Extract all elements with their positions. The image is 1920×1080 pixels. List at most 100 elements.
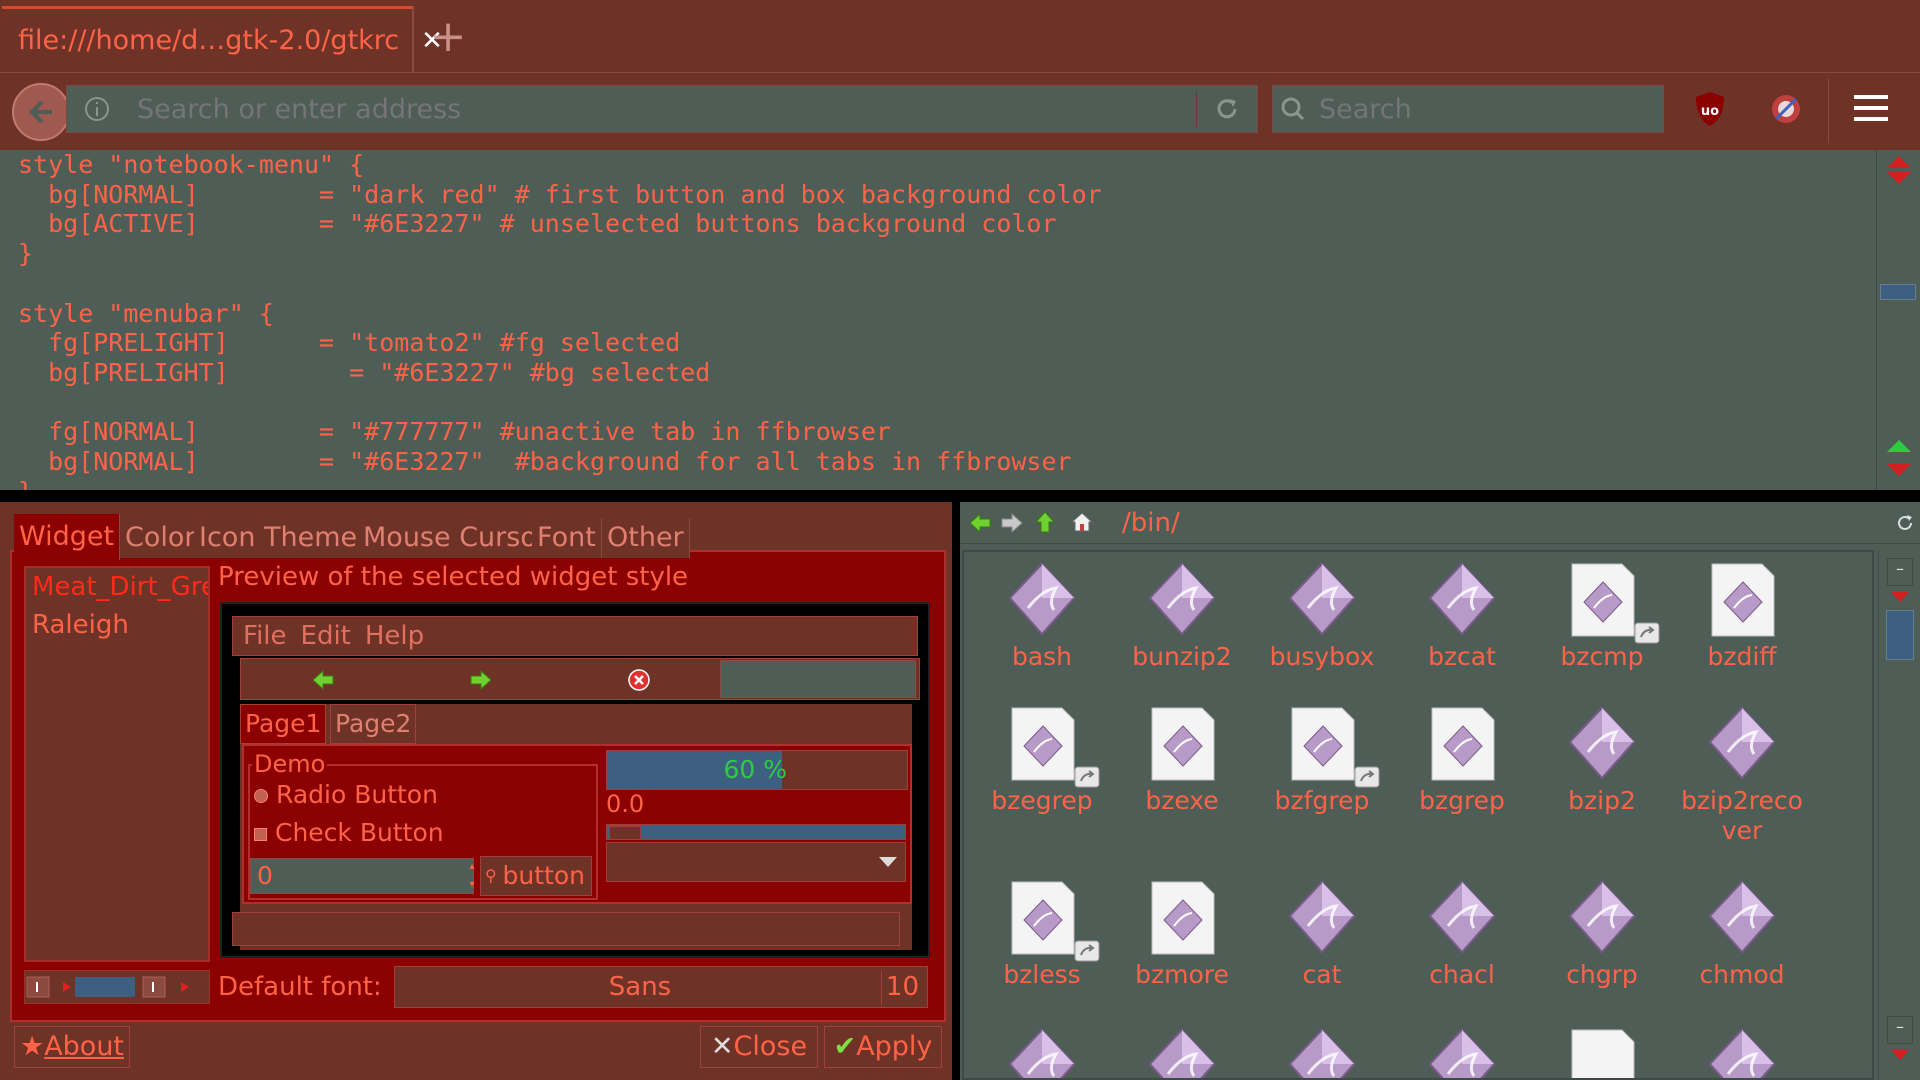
combo-box[interactable] — [606, 842, 906, 882]
file-item-bash[interactable]: bash — [972, 560, 1112, 672]
preview-menu-file[interactable]: File — [243, 621, 287, 651]
privacy-extension-icon[interactable] — [1766, 89, 1806, 129]
executable-file-icon — [1564, 704, 1640, 784]
back-arrow-icon[interactable] — [968, 512, 992, 534]
file-item-bzegrep[interactable]: bzegrep — [972, 704, 1112, 816]
info-icon[interactable] — [67, 85, 127, 133]
horizontal-scrollbar[interactable] — [24, 970, 210, 1004]
spin-input[interactable]: 0 — [250, 858, 474, 894]
scroll-up-icon[interactable] — [1887, 156, 1911, 168]
file-name: bzcat — [1428, 642, 1496, 671]
file-item-bunzip2[interactable]: bunzip2 — [1112, 560, 1252, 672]
file-item[interactable] — [1252, 1026, 1392, 1078]
executable-file-icon — [1424, 560, 1500, 640]
home-icon[interactable] — [1070, 510, 1094, 534]
scroll-down-icon[interactable] — [1891, 1050, 1909, 1060]
font-picker-button[interactable]: Sans 10 — [394, 966, 928, 1008]
scroll-down-icon[interactable] — [1887, 172, 1911, 184]
blank-file-icon — [1564, 1026, 1640, 1078]
file-item[interactable] — [1672, 1026, 1812, 1078]
theme-item-raleigh[interactable]: Raleigh — [26, 606, 208, 644]
up-arrow-icon[interactable] — [1034, 510, 1056, 534]
theme-item-meat-dirt-green[interactable]: Meat_Dirt_Green — [26, 568, 208, 606]
file-item[interactable] — [1532, 1026, 1672, 1078]
tab-widget[interactable]: Widget — [14, 514, 121, 560]
scroll-down-icon[interactable] — [1891, 592, 1909, 602]
check-button[interactable]: Check Button — [254, 818, 444, 847]
close-button[interactable]: ✕Close — [700, 1026, 818, 1068]
tab-font[interactable]: Font — [532, 518, 602, 558]
scroll-line-icon[interactable]: – — [1887, 558, 1913, 586]
ublock-icon[interactable]: uo — [1692, 89, 1728, 129]
notebook-tabs: Widget Color Icon Theme Mouse Cursor Font Oth… — [10, 510, 710, 560]
file-item-bzip2[interactable]: bzip2 — [1532, 704, 1672, 816]
stop-icon[interactable] — [627, 668, 651, 692]
file-item-busybox[interactable]: busybox — [1252, 560, 1392, 672]
url-bar[interactable] — [66, 85, 1258, 133]
apply-button[interactable]: ✔Apply — [824, 1026, 942, 1068]
vertical-scrollbar[interactable] — [1876, 150, 1920, 490]
url-input[interactable] — [127, 92, 1196, 126]
browser-tab[interactable]: file:///home/d…gtk-2.0/gtkrc ✕ — [2, 6, 443, 72]
radio-indicator — [254, 789, 268, 803]
tab-mouse-cursor[interactable]: Mouse Cursor — [358, 518, 554, 558]
tab-icon-theme[interactable]: Icon Theme — [194, 518, 364, 558]
file-item-bzip2recover[interactable]: bzip2reco ver — [1672, 704, 1812, 846]
file-icon-view[interactable]: bash bunzip2 busybox bzcat bzcmp bzdiff bzegre… — [962, 550, 1874, 1080]
executable-file-icon — [1424, 1026, 1500, 1078]
search-bar[interactable] — [1272, 85, 1664, 133]
file-item-cat[interactable]: cat — [1252, 878, 1392, 990]
file-name: busybox — [1269, 642, 1375, 671]
file-item[interactable] — [972, 1026, 1112, 1078]
vertical-scrollbar[interactable]: – – — [1878, 550, 1920, 1080]
checkmark-icon: ✔ — [833, 1031, 857, 1062]
preview-button[interactable]: ⚲ button — [480, 856, 592, 896]
preview-tab-page2[interactable]: Page2 — [330, 704, 417, 744]
preview-menu-edit[interactable]: Edit — [301, 621, 351, 651]
back-button[interactable] — [12, 83, 70, 141]
file-item-bzcmp[interactable]: bzcmp — [1532, 560, 1672, 672]
refresh-icon[interactable] — [1896, 514, 1914, 532]
scroll-down-icon[interactable] — [1887, 464, 1911, 476]
file-item-chgrp[interactable]: chgrp — [1532, 878, 1672, 990]
hamburger-menu-icon[interactable] — [1850, 87, 1892, 129]
code-viewer[interactable]: style "notebook-menu" { bg[NORMAL] = "da… — [0, 150, 1876, 490]
tab-bar: file:///home/d…gtk-2.0/gtkrc ✕ + — [0, 0, 1920, 72]
preview-tab-page1[interactable]: Page1 — [240, 704, 327, 744]
scrollbar-thumb[interactable] — [1880, 284, 1916, 300]
tab-color[interactable]: Color — [120, 518, 202, 558]
file-item-bzgrep[interactable]: bzgrep — [1392, 704, 1532, 816]
file-name: bunzip2 — [1132, 642, 1232, 671]
scale-knob[interactable] — [609, 826, 641, 840]
file-item-bzless[interactable]: bzless — [972, 878, 1112, 990]
reload-icon[interactable] — [1197, 85, 1257, 133]
radio-button[interactable]: Radio Button — [254, 780, 438, 809]
about-button[interactable]: ★About — [14, 1026, 130, 1068]
forward-arrow-icon[interactable] — [469, 669, 493, 691]
file-item-chacl[interactable]: chacl — [1392, 878, 1532, 990]
file-item-bzexe[interactable]: bzexe — [1112, 704, 1252, 816]
location-path[interactable]: /bin/ — [1100, 506, 1898, 540]
script-file-icon — [1004, 878, 1100, 962]
scale-slider[interactable] — [606, 824, 906, 840]
theme-list[interactable]: Meat_Dirt_Green Raleigh — [24, 566, 210, 962]
scroll-line-icon[interactable]: – — [1887, 1016, 1913, 1044]
file-item-bzcat[interactable]: bzcat — [1392, 560, 1532, 672]
file-item-bzfgrep[interactable]: bzfgrep — [1252, 704, 1392, 816]
scroll-up-icon[interactable] — [1887, 440, 1911, 452]
file-item[interactable] — [1392, 1026, 1532, 1078]
search-input[interactable] — [1313, 92, 1663, 126]
back-arrow-icon[interactable] — [311, 669, 335, 691]
preview-menu-help[interactable]: Help — [365, 621, 424, 651]
forward-arrow-icon[interactable] — [1000, 512, 1024, 534]
scrollbar-thumb[interactable] — [1886, 610, 1914, 660]
tab-other[interactable]: Other — [602, 518, 690, 558]
file-item-chmod[interactable]: chmod — [1672, 878, 1812, 990]
new-tab-button[interactable]: + — [418, 12, 478, 62]
file-item-bzdiff[interactable]: bzdiff — [1672, 560, 1812, 672]
file-item-bzmore[interactable]: bzmore — [1112, 878, 1252, 990]
spin-arrows-icon[interactable]: ▴ ▾ — [466, 858, 478, 894]
executable-file-icon — [1004, 560, 1080, 640]
preview-toolbar-entry[interactable] — [720, 660, 916, 698]
file-item[interactable] — [1112, 1026, 1252, 1078]
